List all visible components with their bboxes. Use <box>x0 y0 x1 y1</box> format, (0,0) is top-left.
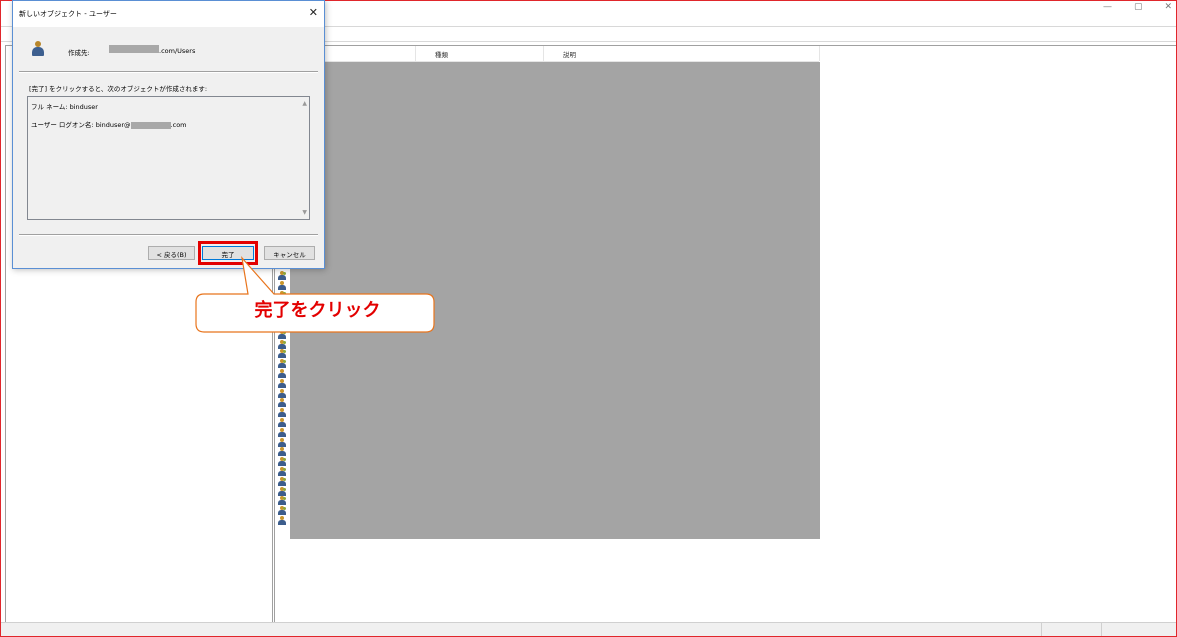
user-icon[interactable] <box>277 368 287 378</box>
user-icon <box>31 41 45 57</box>
user-icon[interactable] <box>277 437 287 447</box>
dialog-divider <box>19 71 318 73</box>
close-button[interactable]: ✕ <box>1164 1 1172 13</box>
callout-text: 完了をクリック <box>254 300 381 321</box>
group-icon[interactable] <box>277 496 287 506</box>
summary-textbox[interactable]: フル ネーム: binduser ユーザー ログオン名: binduser@ .c… <box>27 96 310 220</box>
group-icon[interactable] <box>277 506 287 516</box>
dialog-titlebar[interactable]: 新しいオブジェクト - ユーザー ✕ <box>13 1 324 27</box>
column-separator[interactable] <box>543 46 544 61</box>
user-icon[interactable] <box>277 417 287 427</box>
group-icon[interactable] <box>277 359 287 369</box>
group-icon[interactable] <box>277 476 287 486</box>
status-segment <box>1041 623 1042 636</box>
logon-suffix: .com <box>170 121 187 129</box>
dialog-close-icon[interactable]: ✕ <box>309 6 318 20</box>
user-icon[interactable] <box>277 378 287 388</box>
group-icon[interactable] <box>277 466 287 476</box>
maximize-button[interactable]: ▢ <box>1134 1 1143 13</box>
status-segment <box>1101 623 1102 636</box>
group-icon[interactable] <box>277 486 287 496</box>
user-icon[interactable] <box>277 447 287 457</box>
details-pane[interactable]: 種類 説明 <box>274 45 1176 624</box>
group-icon[interactable] <box>277 349 287 359</box>
user-icon[interactable] <box>277 515 287 525</box>
list-header: 種類 説明 <box>275 46 820 62</box>
dialog-divider-bottom <box>19 234 318 236</box>
scroll-up-icon[interactable]: ▲ <box>302 100 307 107</box>
user-icon[interactable] <box>277 427 287 437</box>
redacted-domain-inline <box>130 121 171 129</box>
column-separator[interactable] <box>415 46 416 61</box>
logon-prefix: ユーザー ログオン名: binduser@ <box>31 121 131 129</box>
create-in-path: .com/Users <box>159 47 196 55</box>
new-user-dialog: 新しいオブジェクト - ユーザー ✕ 作成先: .com/Users [完了] … <box>12 0 325 269</box>
back-button[interactable]: < 戻る(B) <box>148 246 195 260</box>
column-header-description[interactable]: 説明 <box>563 49 576 59</box>
dialog-title: 新しいオブジェクト - ユーザー <box>19 10 117 18</box>
minimize-button[interactable]: — <box>1103 1 1112 13</box>
redacted-domain <box>109 45 159 53</box>
scroll-down-icon[interactable]: ▼ <box>302 209 307 216</box>
column-header-type[interactable]: 種類 <box>435 49 448 59</box>
user-icon[interactable] <box>277 388 287 398</box>
full-name-line: フル ネーム: binduser <box>31 103 98 111</box>
status-bar <box>1 622 1176 636</box>
create-in-label: 作成先: <box>68 49 90 57</box>
column-separator[interactable] <box>819 46 820 61</box>
logon-name-line: ユーザー ログオン名: binduser@ .com <box>31 119 187 129</box>
group-icon[interactable] <box>277 457 287 467</box>
user-icon[interactable] <box>277 398 287 408</box>
group-icon[interactable] <box>277 339 287 349</box>
instruction-text: [完了] をクリックすると、次のオブジェクトが作成されます: <box>29 85 208 93</box>
window-controls: — ▢ ✕ <box>1103 1 1172 13</box>
user-icon[interactable] <box>277 408 287 418</box>
